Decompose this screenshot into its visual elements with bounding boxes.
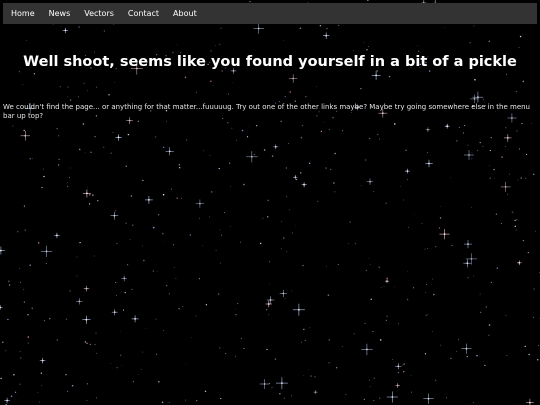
nav-vectors-link[interactable]: Vectors	[77, 3, 121, 24]
nav-contact-link[interactable]: Contact	[121, 3, 166, 24]
not-found-message: We couldn't find the page... or anything…	[3, 103, 530, 120]
nav-news-link[interactable]: News	[42, 3, 78, 24]
top-navbar: Home News Vectors Contact About	[3, 3, 537, 24]
nav-about-link[interactable]: About	[166, 3, 204, 24]
page-title: Well shoot, seems like you found yoursel…	[23, 54, 517, 70]
nav-home-link[interactable]: Home	[3, 3, 42, 24]
